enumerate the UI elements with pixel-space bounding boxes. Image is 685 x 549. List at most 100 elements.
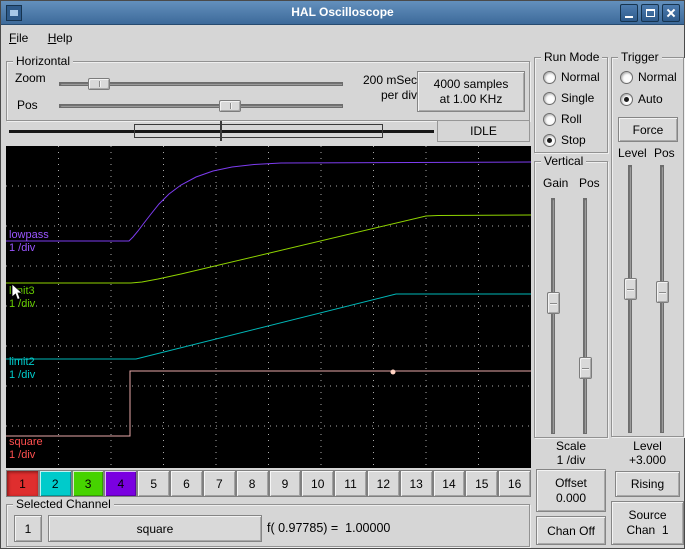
maximize-button[interactable] [641,4,659,22]
radio-circle-checked [543,134,556,147]
timebase-readout: 200 mSec per div [337,73,417,103]
channel-button-label: 2 [51,476,59,491]
minimize-button[interactable] [620,4,638,22]
minimize-icon [625,16,633,18]
trigger-level-label: Level [618,146,647,160]
radio-label: Auto [638,92,663,106]
menu-file[interactable]: File [1,25,36,50]
channel-button-3[interactable]: 3 [71,470,105,497]
scope-label-limit2[interactable]: limit2 [9,356,35,368]
offset-button[interactable]: Offset 0.000 [536,469,606,512]
trigger-pos-label: Pos [654,146,675,160]
level-readout: Level +3.000 [611,439,684,467]
app-window: HAL Oscilloscope File Help Horizontal Zo… [0,0,685,549]
menubar: File Help [1,25,684,52]
channel-button-15[interactable]: 15 [465,470,499,497]
selected-channel-name-button[interactable]: square [48,515,262,542]
trigger-normal-radio[interactable]: Normal [612,70,683,86]
channel-button-9[interactable]: 9 [268,470,302,497]
samples-line1: 4000 samples [433,76,509,91]
samples-button[interactable]: 4000 samples at 1.00 KHz [417,71,525,112]
trigger-group-label: Trigger [618,50,662,64]
acquisition-status: IDLE [437,120,530,142]
gain-slider-trough[interactable] [551,198,555,434]
run-mode-group: Run Mode Normal Single Roll Stop [534,50,608,153]
pos-label: Pos [17,98,38,112]
radio-label: Normal [638,70,677,84]
channel-button-16[interactable]: 16 [498,470,531,497]
channel-button-11[interactable]: 11 [334,470,367,497]
radio-label: Normal [561,70,600,84]
channel-button-label: 1 [19,476,26,491]
vertical-pos-slider-handle[interactable] [579,357,592,379]
channel-button-label: 16 [507,476,522,491]
channel-button-4[interactable]: 4 [104,470,138,497]
channel-button-label: 6 [183,476,190,491]
channel-button-label: 10 [311,476,325,491]
close-icon [666,8,676,18]
channel-button-label: 7 [215,476,223,491]
trigger-edge-label: Rising [630,477,665,491]
gain-slider-handle[interactable] [547,292,560,314]
trigger-auto-radio[interactable]: Auto [612,92,683,108]
channel-button-label: 15 [475,476,489,491]
scale-value: 1 /div [556,453,586,467]
trigger-source-value: Chan 1 [626,523,669,537]
hpos-slider-handle[interactable] [219,100,241,112]
runmode-stop-radio[interactable]: Stop [535,133,607,149]
scale-caption: Scale [555,439,587,453]
channel-button-8[interactable]: 8 [235,470,269,497]
channel-button-5[interactable]: 5 [137,470,171,497]
radio-label: Roll [561,112,582,126]
channel-button-12[interactable]: 12 [366,470,400,497]
offset-button-caption: Offset [555,475,587,490]
vertical-group-label: Vertical [541,154,587,168]
selected-channel-number: 1 [24,521,32,536]
radio-circle [543,113,556,126]
titlebar: HAL Oscilloscope [1,1,684,25]
close-button[interactable] [662,4,680,22]
channel-button-13[interactable]: 13 [399,470,433,497]
trigger-edge-button[interactable]: Rising [615,471,680,497]
channel-button-10[interactable]: 10 [301,470,335,497]
runmode-normal-radio[interactable]: Normal [535,70,607,86]
channel-button-6[interactable]: 6 [170,470,203,497]
selected-channel-name: square [136,521,174,536]
scope-label-lowpass[interactable]: lowpass [9,229,49,241]
scale-readout: Scale 1 /div [534,439,608,467]
chan-off-button[interactable]: Chan Off [536,516,606,545]
run-mode-group-label: Run Mode [541,50,603,64]
gain-label: Gain [543,176,569,190]
channel-button-label: 3 [84,476,92,491]
runmode-single-radio[interactable]: Single [535,91,607,107]
hpos-slider-trough[interactable] [59,104,343,108]
trigger-source-button[interactable]: Source Chan 1 [611,501,684,545]
channel-button-1[interactable]: 1 [6,470,39,497]
timebase-line1: 200 mSec [362,73,417,87]
timebase-line2: per div [380,88,417,102]
trigger-group: Trigger Normal Auto Force Level Pos [611,50,684,437]
radio-circle-checked [620,93,633,106]
zoom-slider-handle[interactable] [88,78,110,90]
runmode-roll-radio[interactable]: Roll [535,112,607,128]
vertical-pos-slider-trough[interactable] [583,198,587,434]
radio-circle [543,92,556,105]
level-caption: Level [633,439,662,453]
trigger-level-slider-handle[interactable] [624,278,637,300]
channel-button-2[interactable]: 2 [38,470,72,497]
scope-display[interactable]: lowpass 1 /div limit3 1 /div limit2 1 /d… [6,146,531,468]
samples-line2: at 1.00 KHz [439,91,503,106]
scope-label-lowpass-div: 1 /div [9,242,36,254]
force-button[interactable]: Force [618,117,678,142]
scope-label-square[interactable]: square [9,436,43,448]
trigger-source-caption: Source [628,508,667,522]
channel-button-14[interactable]: 14 [432,470,466,497]
selected-channel-group-label: Selected Channel [13,497,114,511]
channel-button-7[interactable]: 7 [202,470,236,497]
menu-help[interactable]: Help [40,25,81,50]
trigger-pos-slider-handle[interactable] [656,281,669,303]
selected-channel-number-button[interactable]: 1 [14,515,42,542]
record-trigger-tick [220,121,222,141]
record-view-window[interactable] [134,124,383,138]
trigger-marker [390,369,396,375]
